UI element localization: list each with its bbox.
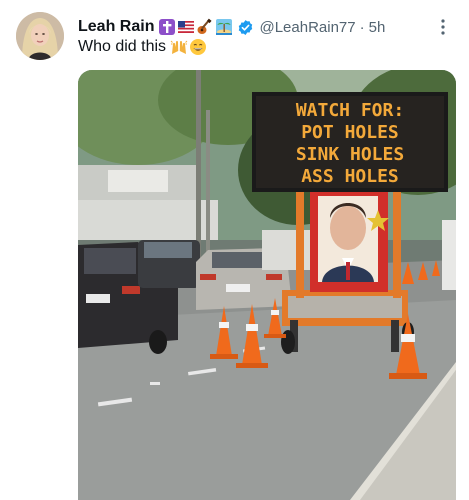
tweet-text: Who did this <box>78 38 207 56</box>
tweet-text-body: Who did this <box>78 38 167 55</box>
sign-line-1: WATCH FOR: <box>296 100 404 121</box>
avatar[interactable] <box>16 12 64 60</box>
verified-badge-icon <box>239 19 253 35</box>
tweet-header: Leah Rain @LeahRain77 · 5h <box>78 16 457 38</box>
grinning-face-emoji <box>190 39 207 55</box>
road-sign-photo: WATCH FOR: POT HOLES SINK HOLES ASS HOLE… <box>78 70 456 500</box>
display-name[interactable]: Leah Rain <box>78 18 154 36</box>
latin-cross-emoji <box>159 19 176 35</box>
tweet-text-emojis <box>170 38 207 56</box>
tweet: Leah Rain @LeahRain77 · 5h Who did this … <box>0 0 469 500</box>
more-options-icon[interactable] <box>433 16 453 38</box>
timestamp[interactable]: 5h <box>369 19 386 36</box>
us-flag-emoji <box>178 21 195 33</box>
guitar-emoji <box>197 18 213 34</box>
handle[interactable]: @LeahRain77 <box>259 19 355 36</box>
tweet-image[interactable]: WATCH FOR: POT HOLES SINK HOLES ASS HOLE… <box>78 70 456 500</box>
name-emojis <box>158 18 233 36</box>
sign-line-4: ASS HOLES <box>301 166 399 187</box>
separator: · <box>359 18 365 36</box>
sign-line-2: POT HOLES <box>301 122 399 143</box>
island-emoji <box>216 19 233 35</box>
raised-hands-emoji <box>170 40 188 54</box>
sign-line-3: SINK HOLES <box>296 144 404 165</box>
